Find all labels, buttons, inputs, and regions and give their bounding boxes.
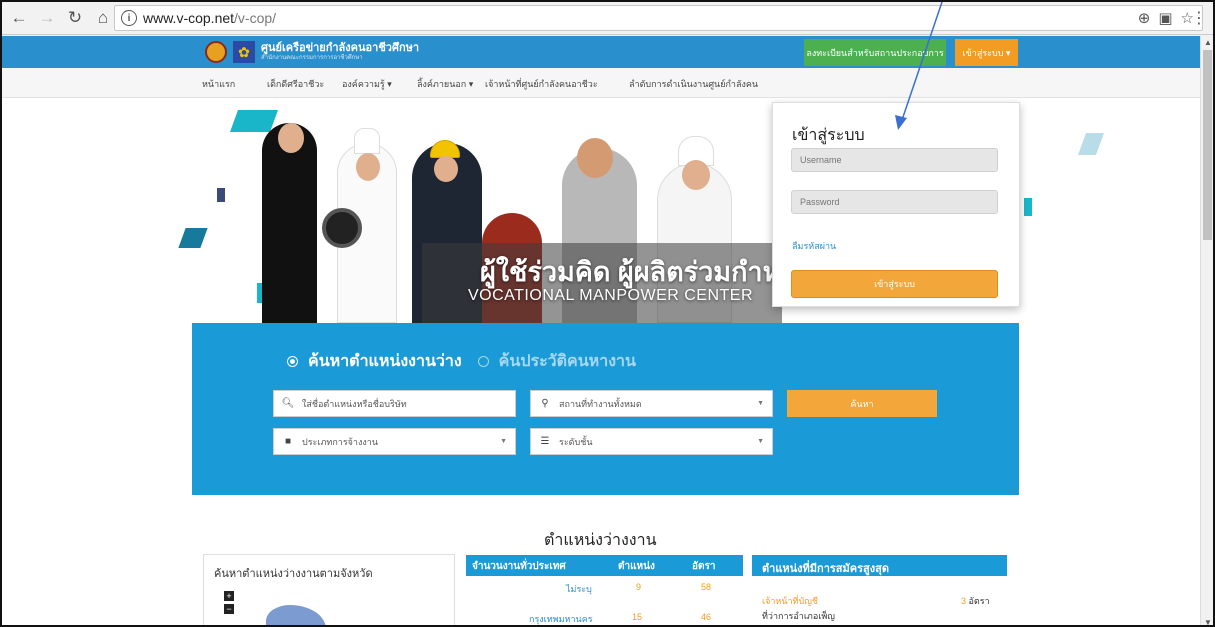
radio-jobs[interactable] <box>287 356 298 367</box>
map-pin-icon: ⚲ <box>541 398 549 409</box>
list-icon: ☰ <box>540 436 550 447</box>
province-link[interactable]: กรุงเทพมหานคร <box>529 612 593 625</box>
location-select[interactable]: ⚲ สถานที่ทำงานทั้งหมด ▼ <box>530 390 773 417</box>
menu-item-home[interactable]: หน้าแรก <box>202 77 235 91</box>
technician-head <box>577 138 613 178</box>
scroll-up-icon[interactable]: ▲ <box>1204 38 1212 47</box>
address-bar[interactable]: i www.v-cop.net/v-cop/ ⊕ ▣ ☆ <box>114 5 1203 31</box>
reload-icon[interactable]: ↻ <box>64 7 86 29</box>
briefcase-icon: ■ <box>284 436 292 447</box>
browser-menu-icon[interactable]: ⋮ <box>1191 8 1207 28</box>
positions-value: 15 <box>632 612 643 622</box>
keyword-search-input[interactable]: 🔍︎ ใส่ชื่อตำแหน่งหรือชื่อบริษัท <box>273 390 516 417</box>
login-title: เข้าสู่ระบบ <box>792 127 865 144</box>
tab-search-resumes[interactable]: ค้นประวัติคนหางาน <box>499 349 636 374</box>
menu-item-external-links[interactable]: ลิ้งค์ภายนอก ▾ <box>417 77 473 91</box>
tab-search-jobs[interactable]: ค้นหาตำแหน่งงานว่าง <box>308 349 462 374</box>
brand-subtitle: สำนักงานคณะกรรมการการอาชีวศึกษา <box>261 55 363 61</box>
map-zoom-in-button[interactable]: + <box>224 591 234 601</box>
site-logo[interactable]: ✿ ศูนย์เครือข่ายกำลังคนอาชีวศึกษา สำนักง… <box>205 41 419 63</box>
location-value: สถานที่ทำงานทั้งหมด <box>559 398 642 409</box>
url-path: /v-cop/ <box>234 10 277 26</box>
top-job-count-value: 3 <box>961 596 967 606</box>
forward-arrow-icon[interactable]: → <box>36 7 58 29</box>
worker-head <box>434 156 458 182</box>
scroll-down-icon[interactable]: ▼ <box>1204 618 1212 625</box>
search-icon: 🔍︎ <box>281 398 295 409</box>
student-figure <box>262 123 317 323</box>
search-button[interactable]: ค้นหา <box>787 390 937 417</box>
header-nationwide: จำนวนงานทั่วประเทศ <box>472 561 566 572</box>
hero-banner: ผู้ใช้ร่วมคิด ผู้ผลิตร่วมกำหนด VOCATIONA… <box>2 98 1200 323</box>
employment-type-select[interactable]: ■ ประเภทการจ้างงาน ▼ <box>273 428 516 455</box>
radio-resume[interactable] <box>477 356 489 367</box>
password-input[interactable] <box>791 190 998 214</box>
website-viewport: ✿ ศูนย์เครือข่ายกำลังคนอาชีวศึกษา สำนักง… <box>2 36 1200 625</box>
chevron-down-icon: ▼ <box>500 438 507 445</box>
top-job-count: 3 อัตรา <box>961 594 990 608</box>
level-select[interactable]: ☰ ระดับชั้น ▼ <box>530 428 773 455</box>
table-header: จำนวนงานทั่วประเทศ ตำแหน่ง อัตรา <box>466 555 743 576</box>
register-business-button[interactable]: ลงทะเบียนสำหรับสถานประกอบการ <box>804 39 946 66</box>
top-applied-box: ตำแหน่งที่มีการสมัครสูงสุด เจ้าหน้าที่บั… <box>752 555 1007 625</box>
username-input[interactable] <box>791 148 998 172</box>
brand-title: ศูนย์เครือข่ายกำลังคนอาชีวศึกษา <box>261 42 420 54</box>
thailand-map[interactable] <box>266 605 326 625</box>
employment-type-value: ประเภทการจ้างงาน <box>302 436 378 447</box>
vacancy-count-table: จำนวนงานทั่วประเทศ ตำแหน่ง อัตรา ไม่ระบุ… <box>466 555 743 625</box>
url-host: www.v-cop.net <box>143 10 235 26</box>
top-job-count-unit: อัตรา <box>968 596 990 606</box>
emblem-logo <box>205 41 227 63</box>
vacancies-section-title: ตำแหน่งว่างงาน <box>544 532 657 549</box>
positions-value: 9 <box>636 582 642 592</box>
login-dropdown-button[interactable]: เข้าสู่ระบบ ▾ <box>955 39 1018 66</box>
forgot-password-link[interactable]: ลืมรหัสผ่าน <box>792 239 836 253</box>
chevron-down-icon: ▼ <box>757 400 764 407</box>
menu-item-good-students[interactable]: เด็กดีศรีอาชีวะ <box>267 77 324 91</box>
decor-shard <box>178 228 208 248</box>
level-value: ระดับชั้น <box>559 436 593 447</box>
top-job-company: ที่ว่าการอำเภอเพ็ญ <box>762 611 835 621</box>
decor-shard <box>1024 198 1032 216</box>
zoom-icon[interactable]: ⊕ <box>1138 9 1151 27</box>
student-head <box>278 123 304 153</box>
back-arrow-icon[interactable]: ← <box>8 7 30 29</box>
top-applied-title: ตำแหน่งที่มีการสมัครสูงสุด <box>752 555 1007 576</box>
home-icon[interactable]: ⌂ <box>92 7 114 29</box>
browser-toolbar: ← → ↻ ⌂ i www.v-cop.net/v-cop/ ⊕ ▣ ☆ ⋮ <box>2 2 1213 35</box>
hero-subtitle: VOCATIONAL MANPOWER CENTER <box>468 287 754 304</box>
rate-value: 58 <box>701 582 712 592</box>
top-job-link[interactable]: เจ้าหน้าที่บัญชี <box>762 594 818 608</box>
rate-value: 46 <box>701 612 712 622</box>
chevron-down-icon: ▼ <box>757 438 764 445</box>
chef-hat <box>354 128 380 154</box>
menu-item-staff[interactable]: เจ้าหน้าที่ศูนย์กำลังคนอาชีวะ <box>485 77 598 91</box>
decor-shard <box>1077 133 1105 155</box>
header-rate: อัตรา <box>692 561 716 572</box>
ovec-logo: ✿ <box>233 41 255 63</box>
decor-shard <box>217 188 225 202</box>
page-scrollbar[interactable]: ▲ ▼ <box>1200 36 1213 625</box>
map-zoom-out-button[interactable]: − <box>224 604 234 614</box>
main-menu: หน้าแรก เด็กดีศรีอาชีวะ องค์ความรู้ ▾ ลิ… <box>2 68 1200 98</box>
province-box-title: ค้นหาตำแหน่งว่างงานตามจังหวัด <box>214 568 373 580</box>
scroll-thumb[interactable] <box>1203 50 1212 240</box>
province-map-box: ค้นหาตำแหน่งว่างงานตามจังหวัด + − <box>203 554 455 625</box>
baker-head <box>682 160 710 190</box>
login-dropdown-panel: เข้าสู่ระบบ ลืมรหัสผ่าน เข้าสู่ระบบ <box>772 102 1020 307</box>
screenshot-frame: ← → ↻ ⌂ i www.v-cop.net/v-cop/ ⊕ ▣ ☆ ⋮ ✿… <box>0 0 1215 627</box>
province-link[interactable]: ไม่ระบุ <box>566 582 592 596</box>
menu-item-knowledge[interactable]: องค์ความรู้ ▾ <box>342 77 392 91</box>
keyword-placeholder: ใส่ชื่อตำแหน่งหรือชื่อบริษัท <box>302 398 407 409</box>
header-positions: ตำแหน่ง <box>618 561 655 572</box>
site-topbar: ✿ ศูนย์เครือข่ายกำลังคนอาชีวศึกษา สำนักง… <box>2 36 1200 68</box>
site-info-icon[interactable]: i <box>121 10 137 26</box>
chef-head <box>356 153 380 181</box>
pan-prop <box>322 208 362 248</box>
login-submit-button[interactable]: เข้าสู่ระบบ <box>791 270 998 298</box>
menu-item-workflow[interactable]: ลำดับการดำเนินงานศูนย์กำลังคน <box>629 77 758 91</box>
translate-icon[interactable]: ▣ <box>1158 9 1172 27</box>
url-text: www.v-cop.net/v-cop/ <box>143 10 276 26</box>
job-search-panel: ค้นหาตำแหน่งงานว่าง ค้นประวัติคนหางาน 🔍︎… <box>192 323 1019 495</box>
